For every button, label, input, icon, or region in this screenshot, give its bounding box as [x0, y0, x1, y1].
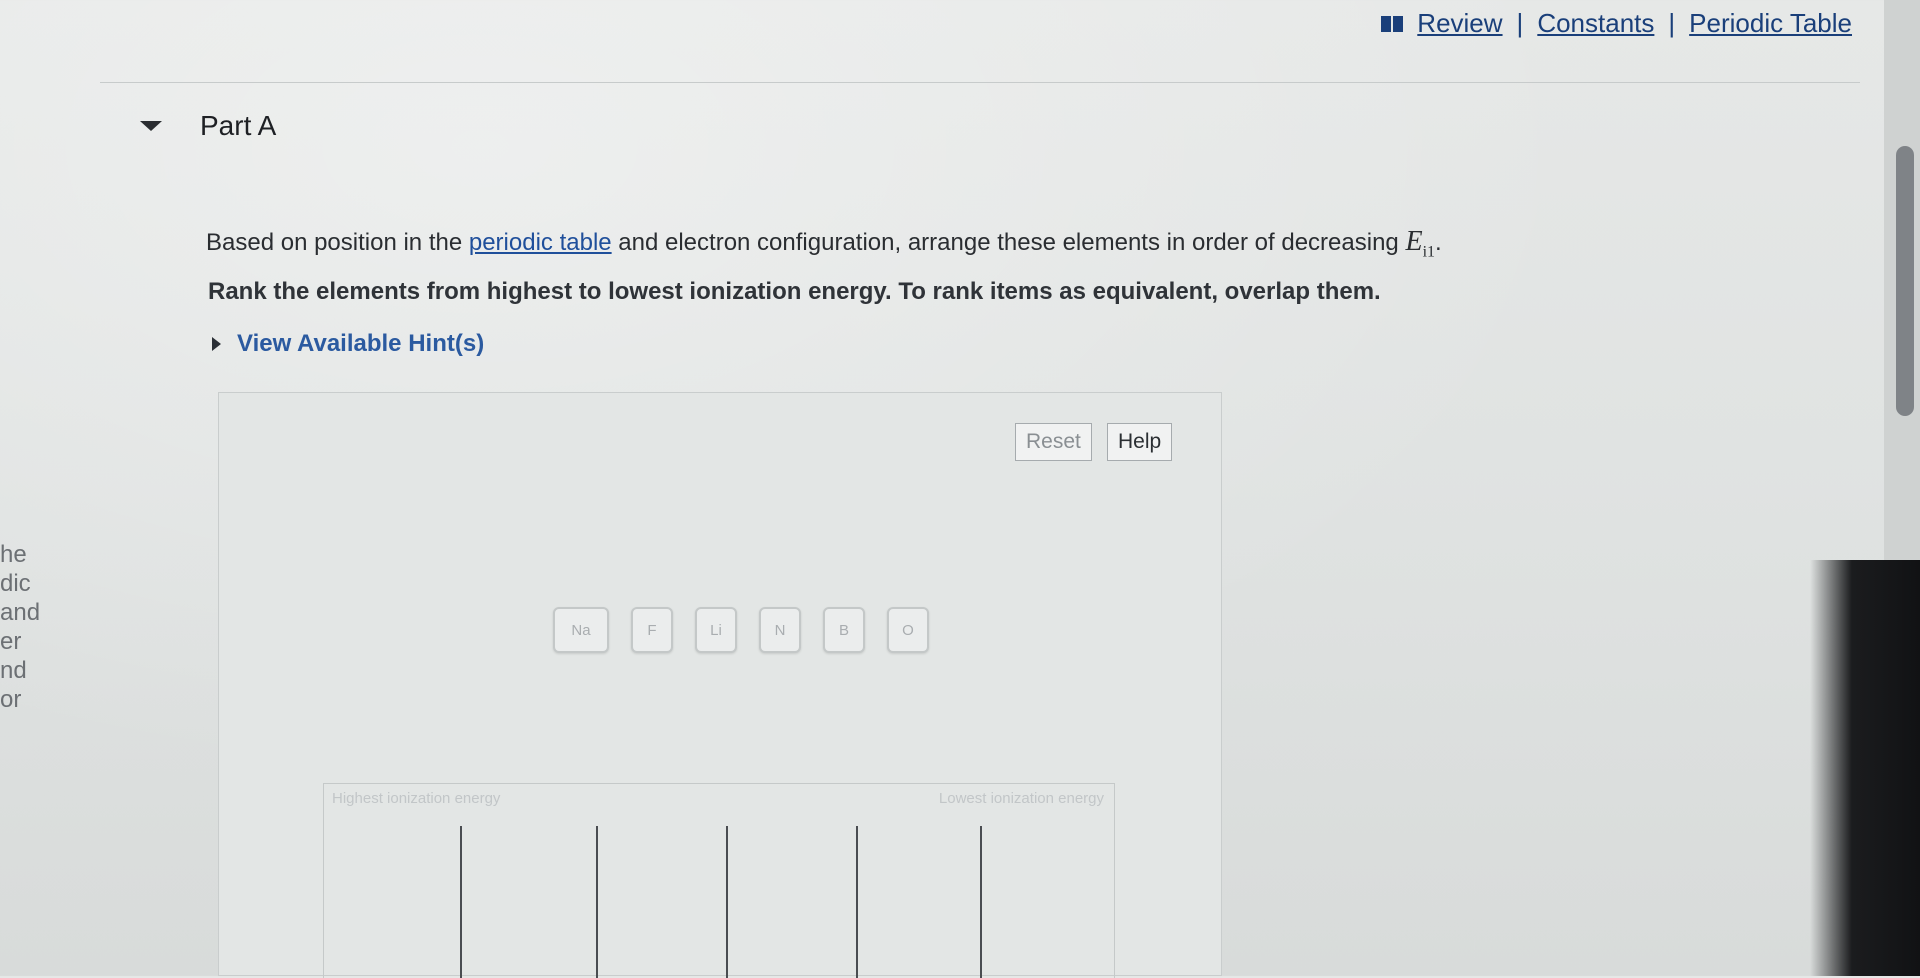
rank-slot-divider — [596, 826, 598, 978]
top-links: Review | Constants | Periodic Table — [1381, 8, 1852, 39]
link-separator: | — [1668, 8, 1676, 38]
instruction-text: Rank the elements from highest to lowest… — [208, 278, 1381, 305]
view-hints-toggle[interactable]: View Available Hint(s) — [212, 330, 484, 358]
collapse-caret-icon[interactable] — [140, 121, 162, 131]
element-tile-li[interactable]: Li — [695, 607, 737, 653]
element-tile-n[interactable]: N — [759, 607, 801, 653]
periodic-table-link[interactable]: Periodic Table — [1689, 8, 1852, 39]
question-after-link: and electron configuration, arrange thes… — [611, 229, 1406, 256]
question-text: Based on position in the periodic table … — [206, 226, 1442, 262]
rank-label-highest: Highest ionization energy — [332, 790, 501, 807]
symbol-main: E — [1405, 226, 1423, 257]
left-cutoff-line: and — [0, 599, 41, 626]
rank-slot-divider — [726, 826, 728, 978]
rank-drop-area[interactable]: Highest ionization energy Lowest ionizat… — [323, 783, 1115, 978]
question-before-link: Based on position in the — [206, 229, 469, 256]
help-button[interactable]: Help — [1107, 423, 1173, 461]
ionization-energy-symbol: Ei1 — [1405, 226, 1435, 261]
element-tile-b[interactable]: B — [823, 607, 865, 653]
rank-label-lowest: Lowest ionization energy — [938, 790, 1104, 807]
rank-slot-divider — [856, 826, 858, 978]
expand-caret-icon — [212, 337, 221, 351]
rank-slot-divider — [980, 826, 982, 978]
header-divider — [100, 82, 1860, 83]
hints-label: View Available Hint(s) — [237, 330, 485, 357]
ranking-panel: Reset Help Na F Li N B O Highest ionizat… — [218, 392, 1222, 978]
reset-button[interactable]: Reset — [1015, 423, 1092, 461]
rank-slot-divider — [460, 826, 462, 978]
periodic-table-inline-link[interactable]: periodic table — [469, 229, 612, 256]
element-tiles: Na F Li N B O — [553, 607, 929, 653]
left-cutoff-line: er — [0, 628, 22, 655]
left-cutoff-text: he dic and er nd or — [0, 540, 40, 714]
book-icon — [1381, 15, 1404, 32]
monitor-bezel — [1810, 560, 1920, 976]
link-separator: | — [1516, 8, 1524, 38]
element-tile-o[interactable]: O — [887, 607, 929, 653]
element-tile-f[interactable]: F — [631, 607, 673, 653]
part-title: Part A — [200, 110, 277, 141]
left-cutoff-line: dic — [0, 570, 31, 597]
constants-link[interactable]: Constants — [1537, 8, 1654, 39]
review-link[interactable]: Review — [1417, 8, 1502, 39]
left-cutoff-line: nd — [0, 657, 27, 684]
question-end: . — [1435, 229, 1442, 256]
symbol-subscript: i1 — [1422, 243, 1436, 261]
scrollbar-thumb[interactable] — [1896, 146, 1914, 416]
left-cutoff-line: or — [0, 686, 22, 713]
element-tile-na[interactable]: Na — [553, 607, 609, 653]
part-header[interactable]: Part A — [140, 110, 276, 142]
left-cutoff-line: he — [0, 541, 27, 568]
